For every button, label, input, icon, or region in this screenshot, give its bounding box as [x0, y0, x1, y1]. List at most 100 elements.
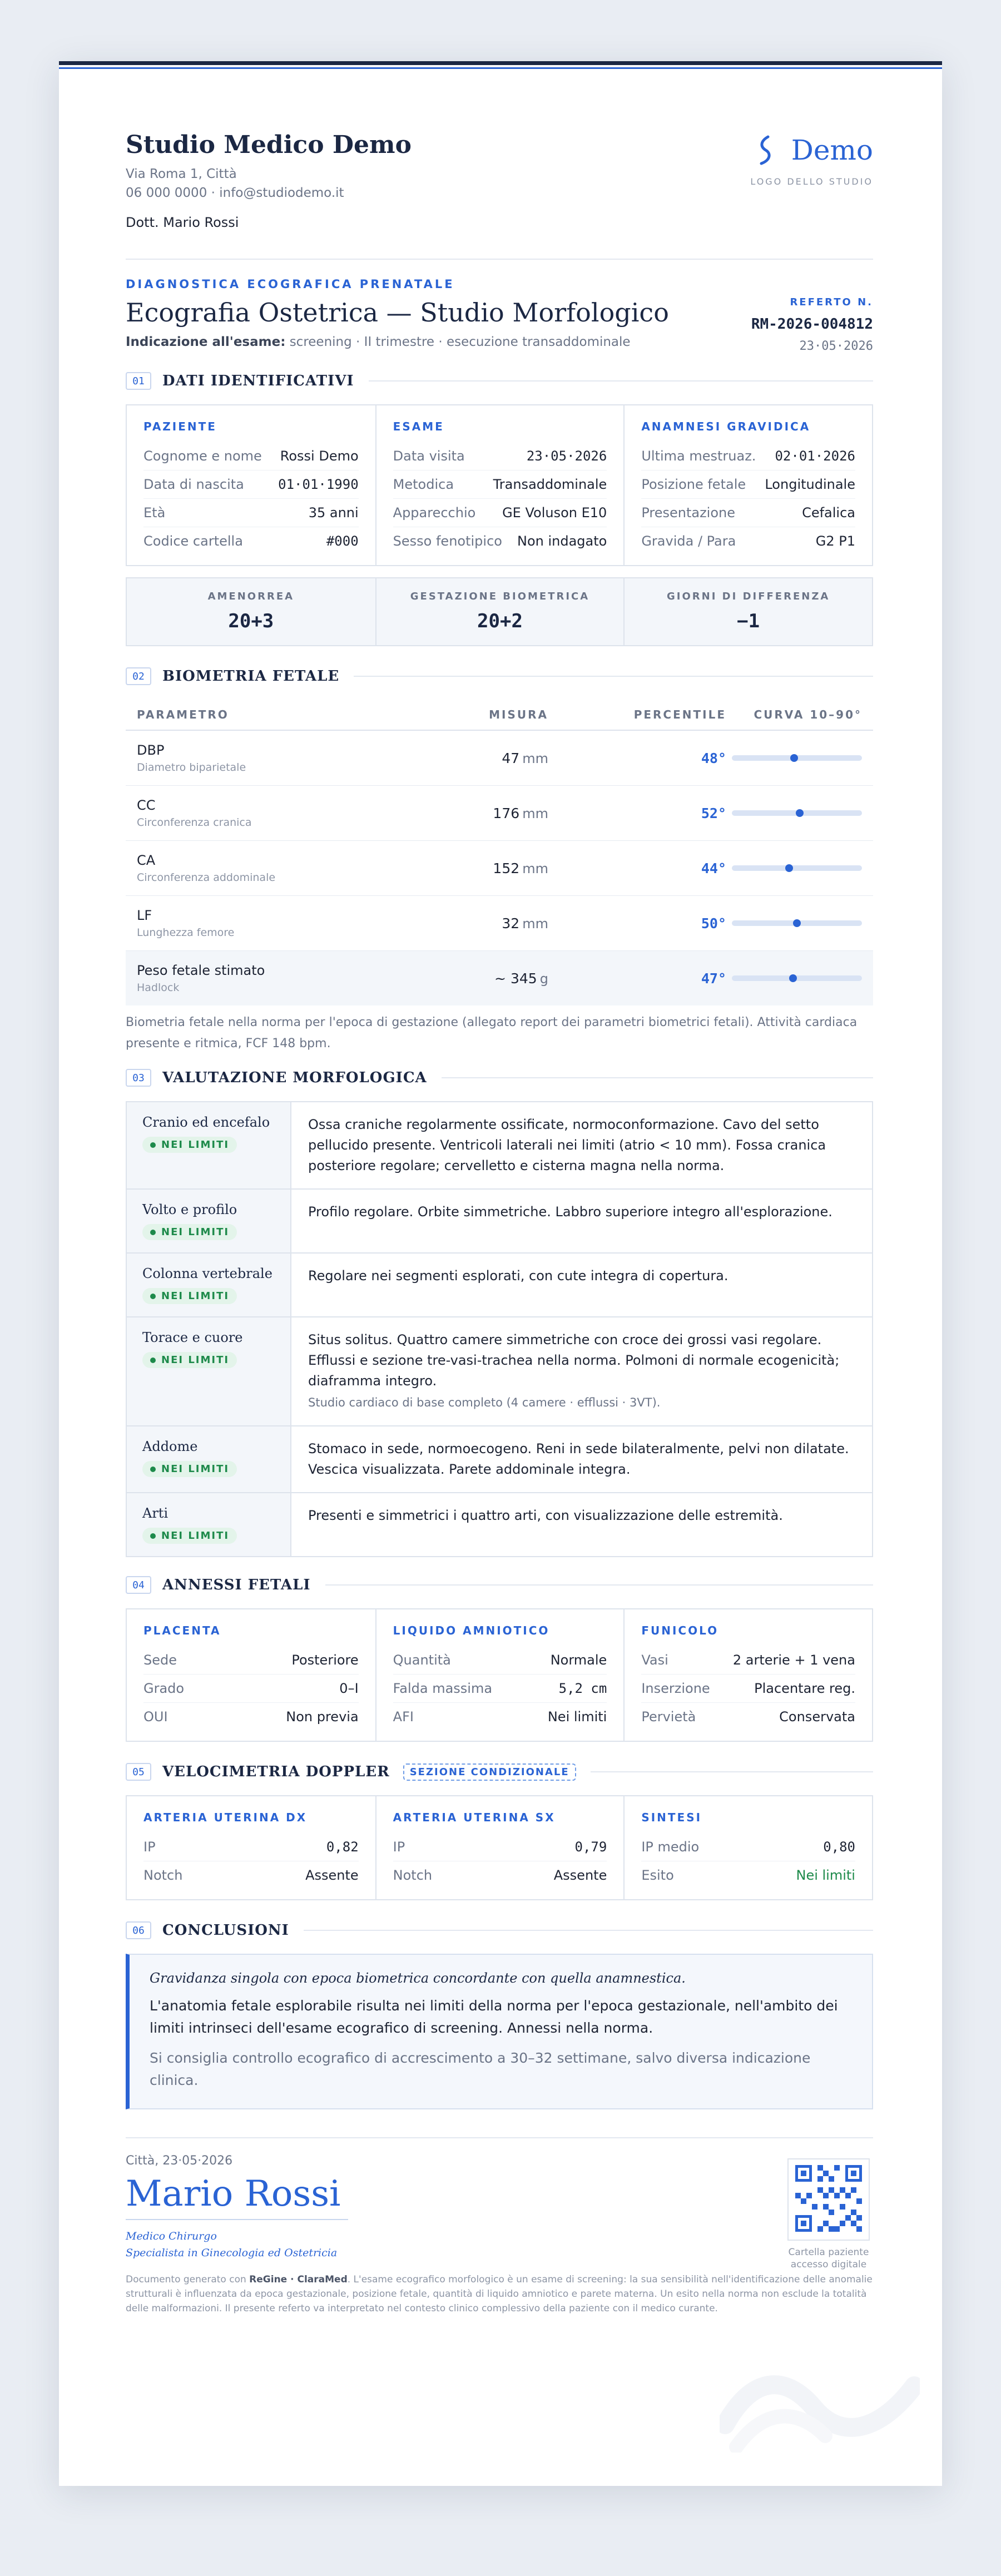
qr-module — [823, 2193, 829, 2198]
kv-value: Nei limiti — [547, 1709, 607, 1725]
kv-key: IP — [393, 1839, 405, 1855]
measure-value: 47 — [502, 750, 520, 766]
kv-key: AFI — [393, 1709, 414, 1725]
morphology-row: Cranio ed encefalo NEI LIMITI Ossa cranich… — [127, 1102, 872, 1190]
kv-row: Inserzione Placentare reg. — [641, 1675, 855, 1703]
percentile-track — [732, 864, 862, 872]
report-page: Studio Medico Demo Via Roma 1, Città 06 … — [59, 61, 942, 2486]
patient-qr[interactable]: Cartella paziente accesso digitale — [784, 2158, 873, 2271]
report-indication: Indicazione all'esame: screening · II tr… — [126, 335, 631, 349]
column-title: ARTERIA UTERINA SX — [393, 1811, 556, 1824]
umbilical-cord-column: FUNICOLO Vasi 2 arterie + 1 vena Inserzio… — [623, 1609, 872, 1741]
percentile-value: 48° — [701, 750, 726, 766]
qr-module — [834, 2165, 840, 2171]
biometry-table: PARAMETRO MISURA PERCENTILE CURVA 10–90°… — [126, 700, 873, 1054]
report-kicker: DIAGNOSTICA ECOGRAFICA PRENATALE — [126, 278, 455, 291]
kv-key: Apparecchio — [393, 505, 476, 521]
kv-key: Ultima mestruaz. — [641, 448, 756, 464]
qr-module — [851, 2221, 856, 2226]
patient-column: PAZIENTE Cognome e nome Rossi Demo Data d… — [127, 405, 375, 565]
kv-row: Grado 0–I — [143, 1675, 359, 1703]
status-badge-label: NEI LIMITI — [161, 1290, 230, 1302]
kv-value: 0,79 — [574, 1839, 607, 1855]
section-header-conclusions: 06 CONCLUSIONI — [126, 1919, 873, 1941]
status-badge: NEI LIMITI — [142, 1461, 237, 1477]
curve-cell — [726, 809, 873, 817]
finding-text: Presenti e simmetrici i quattro arti, co… — [308, 1508, 783, 1523]
ga-label: GESTAZIONE BIOMETRICA — [410, 591, 590, 602]
qr-module — [856, 2215, 862, 2221]
kv-row: Data visita 23·05·2026 — [393, 442, 607, 470]
uterine-artery-right-column: ARTERIA UTERINA DX IP 0,82 Notch Assente — [127, 1796, 375, 1899]
kv-key: Sesso fenotipico — [393, 533, 502, 549]
finding-cell: Presenti e simmetrici i quattro arti, co… — [291, 1493, 872, 1556]
ga-value: 20+3 — [228, 610, 274, 632]
qr-code-icon[interactable] — [787, 2158, 870, 2241]
measure-value: 176 — [493, 805, 520, 821]
studio-contacts: 06 000 0000 · info@studiodemo.it — [126, 186, 344, 200]
status-dot-icon — [150, 1142, 156, 1148]
column-title: FUNICOLO — [641, 1624, 719, 1637]
finding-cell: Profilo regolare. Orbite simmetriche. La… — [291, 1190, 872, 1252]
measure-cell: 152 mm — [437, 860, 548, 876]
measure-cell: 32 mm — [437, 915, 548, 932]
kv-row: IP 0,82 — [143, 1833, 359, 1861]
ga-cell-difference: GIORNI DI DIFFERENZA −1 — [623, 578, 872, 645]
qr-module — [829, 2176, 834, 2182]
header-curve: CURVA 10–90° — [754, 708, 862, 721]
kv-key: IP medio — [641, 1839, 700, 1855]
biometry-row: Peso fetale stimato Hadlock ~ 345 g 47° — [126, 951, 873, 1005]
kv-row: Falda massima 5,2 cm — [393, 1675, 607, 1703]
param-cell: DBP Diametro biparietale — [126, 742, 437, 774]
param-name: CC — [137, 797, 156, 813]
status-badge: NEI LIMITI — [142, 1528, 237, 1544]
doppler-grid: ARTERIA UTERINA DX IP 0,82 Notch Assente A… — [126, 1795, 873, 1900]
qr-caption: Cartella paziente accesso digitale — [784, 2246, 873, 2271]
percentile-marker — [795, 809, 804, 817]
kv-row: Sesso fenotipico Non indagato — [393, 527, 607, 555]
kv-value: Assente — [553, 1867, 607, 1883]
measure-unit: mm — [522, 750, 548, 766]
qr-module — [834, 2193, 840, 2198]
section-title: ANNESSI FETALI — [162, 1577, 311, 1593]
section-header-biometry: 02 BIOMETRIA FETALE — [126, 665, 873, 687]
kv-value: Assente — [305, 1867, 359, 1883]
percentile-value: 52° — [701, 805, 726, 821]
kv-key: Codice cartella — [143, 533, 243, 549]
percentile-cell: 48° — [548, 750, 726, 766]
legal-brand: ReGine · ClaraMed — [249, 2274, 348, 2285]
kv-row: Età 35 anni — [143, 499, 359, 527]
section-number: 03 — [126, 1069, 151, 1087]
kv-value: Longitudinale — [765, 477, 855, 492]
percentile-marker — [793, 919, 801, 927]
watermark-wave-icon — [720, 2375, 920, 2453]
uterine-artery-left-column: ARTERIA UTERINA SX IP 0,79 Notch Assente — [375, 1796, 624, 1899]
qr-module — [829, 2210, 834, 2215]
organ-name: Volto e profilo — [142, 1202, 237, 1217]
percentile-cell: 47° — [548, 970, 726, 987]
qr-module — [817, 2226, 823, 2232]
conditional-section-badge: SEZIONE CONDIZIONALE — [403, 1763, 576, 1781]
kv-key: Data di nascita — [143, 477, 244, 492]
param-cell: CC Circonferenza cranica — [126, 797, 437, 829]
top-rule-accent — [59, 67, 942, 69]
header-measure: MISURA — [489, 708, 548, 721]
biometry-header-row: PARAMETRO MISURA PERCENTILE CURVA 10–90° — [126, 700, 873, 731]
finding-text: Stomaco in sede, normoecogeno. Reni in s… — [308, 1441, 849, 1477]
organ-cell: Torace e cuore NEI LIMITI — [127, 1317, 291, 1425]
morphology-row: Addome NEI LIMITI Stomaco in sede, normoec… — [127, 1426, 872, 1493]
biometry-row: DBP Diametro biparietale 47 mm 48° — [126, 731, 873, 786]
kv-row: Pervietà Conservata — [641, 1703, 855, 1731]
percentile-cell: 52° — [548, 805, 726, 821]
kv-value: #000 — [326, 533, 359, 549]
finding-text: Regolare nei segmenti esplorati, con cut… — [308, 1268, 729, 1284]
param-cell: Peso fetale stimato Hadlock — [126, 963, 437, 994]
kv-value: 0–I — [339, 1681, 359, 1696]
kv-value: Cefalica — [802, 505, 855, 521]
finding-cell: Ossa craniche regolarmente ossificate, n… — [291, 1102, 872, 1188]
qr-finder-core — [851, 2171, 856, 2176]
section-divider — [441, 1077, 873, 1078]
section-number: 05 — [126, 1763, 151, 1781]
kv-value: 0,82 — [326, 1839, 359, 1855]
indication-label: Indicazione all'esame: — [126, 335, 286, 349]
